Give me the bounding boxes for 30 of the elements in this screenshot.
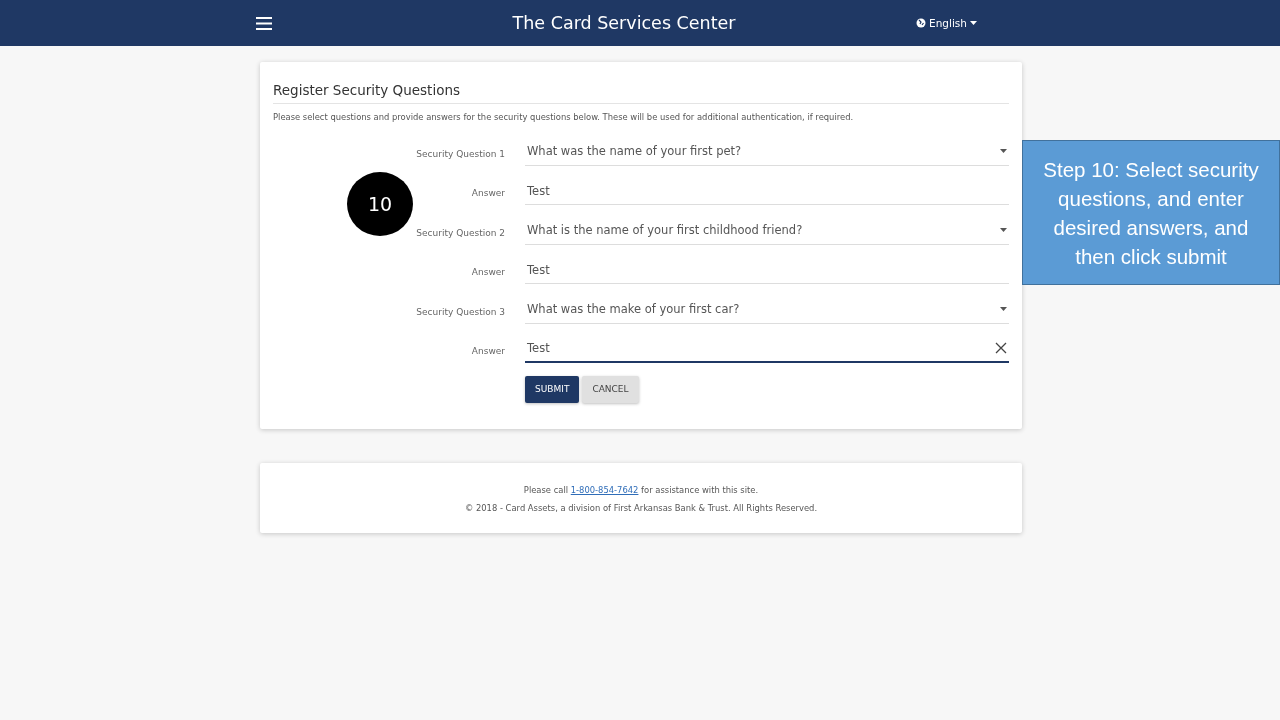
- step-callout: Step 10: Select security questions, and enter desired answers, and then click submit: [1022, 140, 1280, 285]
- cancel-button[interactable]: CANCEL: [582, 375, 639, 403]
- caret-icon: [1000, 149, 1007, 153]
- form-intro: Please select questions and provide answers for the security questions below. These will be used for additional authentication, if required.: [273, 112, 855, 122]
- field-label: Security Question 2: [416, 227, 505, 238]
- clear-icon[interactable]: [995, 342, 1007, 354]
- site-title: The Card Services Center: [512, 13, 736, 33]
- field-label: Answer: [471, 267, 505, 277]
- caret-icon: [1000, 228, 1007, 232]
- assistance-text: Please call 1-800-854-7642 for assistance with this site.: [522, 483, 760, 497]
- answer-field[interactable]: Test: [525, 177, 1009, 205]
- globe-icon: [916, 18, 927, 28]
- caret-icon: [1000, 307, 1007, 311]
- menu-icon[interactable]: [256, 16, 272, 30]
- submit-button[interactable]: SUBMIT: [525, 375, 580, 403]
- phone-link[interactable]: 1-800-854-7642: [570, 484, 639, 495]
- question-dropdown[interactable]: What was the name of your first pet?: [525, 137, 1009, 166]
- question-dropdown[interactable]: What was the make of your first car?: [525, 295, 1009, 324]
- copyright-text: © 2018 - Card Assets, a division of First Arkansas Bank & Trust. All Rights Reserved.: [463, 501, 819, 515]
- question-dropdown[interactable]: What is the name of your first childhood friend?: [525, 216, 1009, 245]
- language-dropdown[interactable]: English: [916, 17, 977, 29]
- caret-icon: [970, 21, 977, 25]
- field-label: Security Question 3: [416, 306, 505, 317]
- answer-field[interactable]: Test: [525, 335, 1009, 363]
- field-label: Answer: [471, 346, 505, 356]
- form-title: Register Security Questions: [273, 82, 1009, 104]
- answer-field[interactable]: Test: [525, 256, 1009, 284]
- step-number-badge: 10: [347, 172, 413, 236]
- field-label: Answer: [471, 188, 505, 198]
- field-label: Security Question 1: [416, 148, 505, 159]
